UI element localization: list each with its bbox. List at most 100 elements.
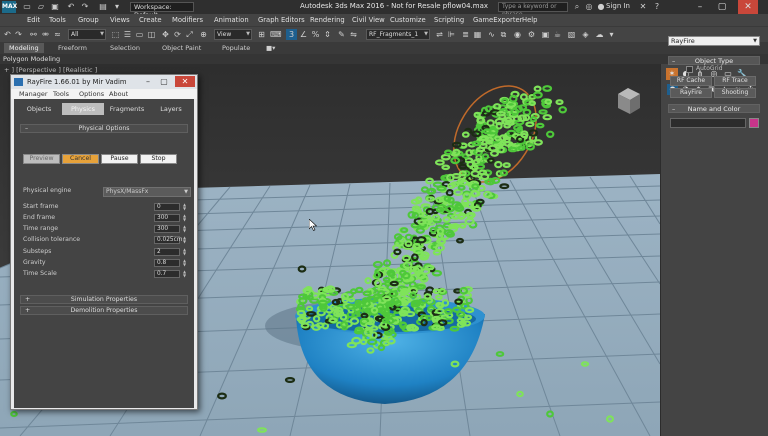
pivot-icon[interactable]: ⊞ (256, 29, 267, 40)
redo-icon[interactable]: ↷ (80, 2, 90, 11)
rf-cache-button[interactable]: RF Cache (670, 76, 712, 86)
search-icon[interactable]: ⌕ (572, 1, 582, 13)
menu-group[interactable]: Group (78, 14, 99, 26)
extra-tools-icon[interactable]: ▾ (606, 29, 617, 40)
redo-icon[interactable]: ↷ (13, 29, 24, 40)
infocenter-icon[interactable]: ◎ (584, 1, 594, 13)
rayfire-menu-manager[interactable]: Manager (19, 90, 48, 98)
render-setup-icon[interactable]: ⚙ (526, 29, 537, 40)
ribbon-tab-modeling[interactable]: Modeling (4, 43, 44, 53)
object-type-rollout[interactable]: – Object Type (668, 56, 760, 65)
menu-scripting[interactable]: Scripting (434, 14, 464, 26)
scale-icon[interactable]: ⤢ (184, 29, 195, 40)
curve-editor-icon[interactable]: ∿ (486, 29, 497, 40)
unlink-icon[interactable]: ⚮ (40, 29, 51, 40)
angle-snap-icon[interactable]: ∠ (298, 29, 309, 40)
save-icon[interactable]: ▣ (50, 2, 60, 11)
physical-options-rollout[interactable]: – Physical Options (20, 124, 188, 133)
snaps-toggle-icon[interactable]: 3 (286, 29, 297, 40)
time-range-spinner-icon[interactable]: ▲ ▼ (182, 225, 187, 233)
rayfire-menu-tools[interactable]: Tools (53, 90, 69, 98)
sign-in-button[interactable]: Sign In (606, 2, 630, 10)
placement-icon[interactable]: ⊕ (198, 29, 209, 40)
exchange-icon[interactable]: ✕ (638, 1, 648, 13)
end-frame-spinner-icon[interactable]: ▲ ▼ (182, 214, 187, 222)
stop-button[interactable]: Stop (140, 154, 177, 164)
start-frame-input[interactable]: 0 (154, 203, 180, 211)
collision-tolerance-spinner-icon[interactable]: ▲ ▼ (182, 236, 187, 244)
shooting-button[interactable]: Shooting (714, 88, 756, 98)
pause-button[interactable]: Pause (101, 154, 138, 164)
menu-animation[interactable]: Animation (214, 14, 249, 26)
a360-icon[interactable]: ☁ (594, 29, 605, 40)
window-crossing-icon[interactable]: ◫ (146, 29, 157, 40)
object-color-swatch[interactable] (749, 118, 759, 128)
ribbon-tab-selection[interactable]: Selection (110, 43, 140, 53)
rectangle-selection-icon[interactable]: ▭ (134, 29, 145, 40)
dropdown-icon[interactable]: ▾ (112, 2, 122, 11)
ribbon-toggle-icon[interactable]: ▦ (472, 29, 483, 40)
rayfire-tab-objects[interactable]: Objects (18, 103, 60, 115)
gravity-input[interactable]: 0.8 (154, 259, 180, 267)
align-icon[interactable]: ⊫ (446, 29, 457, 40)
rendered-frame-icon[interactable]: ▣ (540, 29, 551, 40)
autogrid-checkbox[interactable] (686, 66, 693, 73)
rayfire-close-button[interactable]: ✕ (175, 76, 195, 87)
rayfire-titlebar[interactable]: RayFire 1.66.01 by Mir Vadim – ▢ ✕ (11, 75, 197, 89)
menu-civil-view[interactable]: Civil View (352, 14, 385, 26)
rayfire-menu-options[interactable]: Options (79, 90, 104, 98)
bind-spacewarp-icon[interactable]: ≈ (52, 29, 63, 40)
cancel-button[interactable]: Cancel (62, 154, 99, 164)
keyboard-shortcut-icon[interactable]: ⌨ (270, 29, 282, 40)
rayfire-minimize-button[interactable]: – (141, 76, 155, 87)
demolition-properties-rollout[interactable]: + Demolition Properties (20, 306, 188, 315)
close-button[interactable]: ✕ (738, 0, 758, 14)
select-object-icon[interactable]: ⬚ (110, 29, 121, 40)
gravity-spinner-icon[interactable]: ▲ ▼ (182, 259, 187, 267)
mirror-icon[interactable]: ⇋ (348, 29, 359, 40)
reference-coord-dropdown[interactable]: View ▼ (214, 29, 252, 40)
search-input[interactable]: Type a keyword or phrase (498, 2, 568, 18)
collision-tolerance-input[interactable]: 0.025cm (154, 236, 182, 244)
end-frame-input[interactable]: 300 (154, 214, 180, 222)
open-icon[interactable]: ▱ (36, 2, 46, 11)
rayfire-maximize-button[interactable]: ▢ (157, 76, 171, 87)
link-icon[interactable]: ⚯ (28, 29, 39, 40)
time-scale-input[interactable]: 0.7 (154, 270, 180, 278)
start-frame-spinner-icon[interactable]: ▲ ▼ (182, 203, 187, 211)
viewport-label[interactable]: + ] [Perspective ] [Realistic ] (4, 66, 97, 74)
menu-edit[interactable]: Edit (27, 14, 40, 26)
mirror-tool-icon[interactable]: ⇌ (434, 29, 445, 40)
named-selection-dropdown[interactable]: RF_Fragments_1 ▼ (366, 29, 430, 40)
ribbon-tab-populate[interactable]: Populate (222, 43, 250, 53)
rayfire-tab-layers[interactable]: Layers (150, 103, 192, 115)
select-by-name-icon[interactable]: ☰ (122, 29, 133, 40)
rotate-icon[interactable]: ⟳ (172, 29, 183, 40)
menu-create[interactable]: Create (139, 14, 162, 26)
physical-engine-dropdown[interactable]: PhysX/MassFx ▼ (103, 187, 191, 197)
render-production-icon[interactable]: ▧ (566, 29, 577, 40)
menu-modifiers[interactable]: Modifiers (172, 14, 203, 26)
workspace-dropdown[interactable]: Workspace: Default (130, 2, 194, 19)
rayfire-menu-about[interactable]: About (109, 90, 128, 98)
menu-tools[interactable]: Tools (49, 14, 66, 26)
substeps-spinner-icon[interactable]: ▲ ▼ (182, 248, 187, 256)
undo-icon[interactable]: ↶ (2, 29, 13, 40)
menu-rendering[interactable]: Rendering (310, 14, 345, 26)
material-editor-icon[interactable]: ◉ (512, 29, 523, 40)
help-icon[interactable]: ? (652, 1, 662, 13)
ribbon-tab-object-paint[interactable]: Object Paint (162, 43, 201, 53)
minimize-button[interactable]: – (690, 0, 710, 14)
time-scale-spinner-icon[interactable]: ▲ ▼ (182, 270, 187, 278)
polygon-modeling-label[interactable]: Polygon Modeling (3, 54, 60, 64)
new-icon[interactable]: ▭ (22, 2, 32, 11)
ribbon-tab-freeform[interactable]: Freeform (58, 43, 87, 53)
undo-icon[interactable]: ↶ (66, 2, 76, 11)
menu-graph-editors[interactable]: Graph Editors (258, 14, 305, 26)
ribbon-options-icon[interactable]: ■▾ (266, 43, 275, 53)
category-dropdown[interactable]: RayFire ▼ (668, 36, 760, 46)
maximize-button[interactable]: ▢ (712, 0, 732, 14)
rayfire-tab-fragments[interactable]: Fragments (106, 103, 148, 115)
menu-customize[interactable]: Customize (390, 14, 426, 26)
preview-button[interactable]: Preview (23, 154, 60, 164)
